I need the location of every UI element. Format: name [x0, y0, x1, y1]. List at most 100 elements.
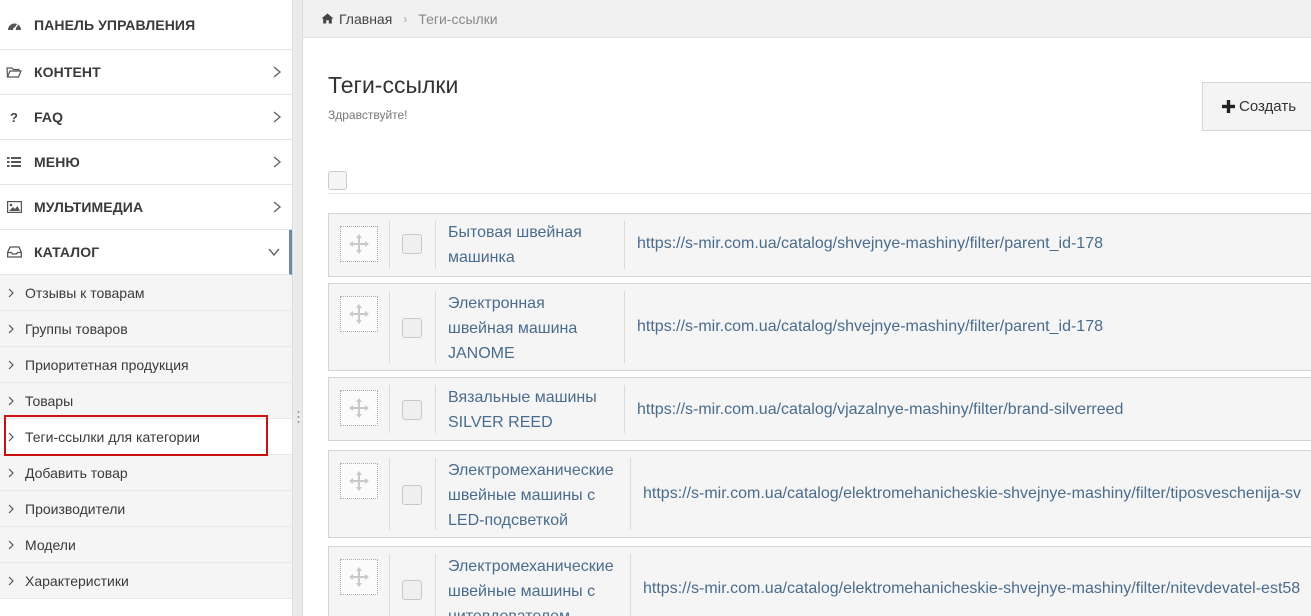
breadcrumb-separator-icon: ›	[403, 11, 408, 26]
column-divider	[624, 291, 625, 363]
row-name-line: швейные машины с	[448, 487, 596, 504]
column-divider	[389, 291, 390, 363]
catalog-item-label: Группы товаров	[25, 320, 128, 337]
row-checkbox[interactable]	[402, 580, 422, 600]
image-icon	[6, 200, 22, 214]
chevron-right-icon	[273, 111, 282, 123]
table-row: Электромеханические швейные машины с LED…	[328, 450, 1311, 538]
catalog-item-add-product[interactable]: Добавить товар	[0, 455, 292, 491]
catalog-item-manufacturers[interactable]: Производители	[0, 491, 292, 527]
row-checkbox[interactable]	[402, 485, 422, 505]
chevron-right-icon	[8, 504, 14, 513]
row-url[interactable]: https://s-mir.com.ua/catalog/shvejnye-ma…	[637, 235, 1103, 253]
catalog-item-characteristics[interactable]: Характеристики	[0, 563, 292, 599]
row-name-line: швейная машина	[448, 320, 578, 337]
drag-handle[interactable]	[340, 296, 378, 332]
nav-menu[interactable]: МЕНЮ	[0, 140, 292, 185]
nav-next-partial[interactable]	[0, 599, 292, 616]
row-url[interactable]: https://s-mir.com.ua/catalog/shvejnye-ma…	[637, 318, 1103, 336]
move-icon	[349, 398, 369, 418]
catalog-item-reviews[interactable]: Отзывы к товарам	[0, 275, 292, 311]
sidebar: ПАНЕЛЬ УПРАВЛЕНИЯ КОНТЕНТ ? FAQ МЕНЮ МУЛ…	[0, 0, 293, 616]
create-button-label: Создать	[1239, 98, 1297, 115]
row-name-line: SILVER REED	[448, 414, 553, 431]
row-name[interactable]: Электромеханические швейные машины с LED…	[448, 458, 614, 533]
table-row: Бытовая швейная машинка https://s-mir.co…	[328, 213, 1311, 277]
nav-dashboard[interactable]: ПАНЕЛЬ УПРАВЛЕНИЯ	[0, 0, 292, 50]
row-name[interactable]: Электронная швейная машина JANOME	[448, 291, 577, 366]
row-checkbox[interactable]	[402, 400, 422, 420]
row-name-line: нитевдевателем	[448, 604, 614, 616]
divider	[328, 193, 1311, 194]
catalog-item-models[interactable]: Модели	[0, 527, 292, 563]
breadcrumb-current: Теги-ссылки	[418, 10, 498, 27]
breadcrumb-home[interactable]: Главная	[321, 11, 392, 27]
row-name[interactable]: Электромеханические швейные машины с нит…	[448, 554, 614, 616]
drag-handle[interactable]	[340, 226, 378, 262]
row-name-line: швейные машины с	[448, 583, 596, 600]
breadcrumb-home-label: Главная	[339, 10, 393, 27]
move-icon	[349, 567, 369, 587]
column-divider	[435, 458, 436, 530]
plus-icon	[1222, 100, 1235, 113]
nav-label: КАТАЛОГ	[34, 244, 100, 260]
row-checkbox[interactable]	[402, 234, 422, 254]
catalog-item-groups[interactable]: Группы товаров	[0, 311, 292, 347]
column-divider	[435, 221, 436, 269]
table-row: Электронная швейная машина JANOME https:…	[328, 283, 1311, 371]
page-title: Теги-ссылки	[328, 72, 459, 98]
nav-content[interactable]: КОНТЕНТ	[0, 50, 292, 95]
chevron-right-icon	[8, 432, 14, 441]
catalog-item-products[interactable]: Товары	[0, 383, 292, 419]
catalog-item-priority[interactable]: Приоритетная продукция	[0, 347, 292, 383]
row-name-line: Вязальные машины	[448, 389, 597, 406]
column-divider	[624, 385, 625, 433]
list-icon	[6, 155, 22, 169]
chevron-right-icon	[8, 468, 14, 477]
row-name-line: Электронная	[448, 295, 545, 312]
catalog-item-label: Товары	[25, 392, 74, 409]
row-name-line: Бытовая швейная	[448, 224, 582, 241]
page-subtitle: Здравствуйте!	[328, 108, 408, 122]
folder-icon	[6, 65, 22, 79]
row-checkbox[interactable]	[402, 318, 422, 338]
column-divider	[630, 554, 631, 616]
nav-faq[interactable]: ? FAQ	[0, 95, 292, 140]
create-button[interactable]: Создать	[1202, 82, 1311, 131]
row-url[interactable]: https://s-mir.com.ua/catalog/vjazalnye-m…	[637, 401, 1123, 419]
drag-handle[interactable]	[340, 390, 378, 426]
chevron-right-icon	[8, 576, 14, 585]
move-icon	[349, 234, 369, 254]
column-divider	[389, 385, 390, 433]
column-divider	[435, 291, 436, 363]
question-icon: ?	[10, 109, 18, 125]
catalog-item-label: Характеристики	[25, 572, 129, 589]
table-row: Вязальные машины SILVER REED https://s-m…	[328, 377, 1311, 441]
chevron-right-icon	[8, 288, 14, 297]
main-area: Главная › Теги-ссылки Теги-ссылки Здравс…	[303, 0, 1311, 616]
column-divider	[630, 458, 631, 530]
drag-handle[interactable]	[340, 463, 378, 499]
catalog-item-label: Модели	[25, 536, 76, 553]
chevron-down-icon	[268, 248, 280, 257]
sidebar-splitter[interactable]	[294, 0, 303, 616]
chevron-right-icon	[8, 324, 14, 333]
nav-label: КОНТЕНТ	[34, 64, 101, 80]
home-icon	[321, 13, 334, 24]
nav-catalog[interactable]: КАТАЛОГ	[0, 230, 292, 275]
drag-handle-icon	[297, 411, 300, 423]
row-name[interactable]: Бытовая швейная машинка	[448, 220, 582, 270]
select-all-checkbox[interactable]	[328, 171, 347, 190]
nav-multimedia[interactable]: МУЛЬТИМЕДИА	[0, 185, 292, 230]
chevron-right-icon	[273, 156, 282, 168]
nav-label: ПАНЕЛЬ УПРАВЛЕНИЯ	[34, 16, 196, 33]
chevron-right-icon	[8, 360, 14, 369]
breadcrumb: Главная › Теги-ссылки	[303, 0, 1311, 38]
drag-handle[interactable]	[340, 559, 378, 595]
row-url[interactable]: https://s-mir.com.ua/catalog/elektromeha…	[643, 580, 1300, 598]
row-name[interactable]: Вязальные машины SILVER REED	[448, 385, 597, 435]
chevron-right-icon	[273, 66, 282, 78]
catalog-item-tag-links[interactable]: Теги-ссылки для категории	[0, 419, 292, 455]
catalog-item-label: Добавить товар	[25, 464, 128, 481]
row-url[interactable]: https://s-mir.com.ua/catalog/elektromeha…	[643, 485, 1301, 503]
